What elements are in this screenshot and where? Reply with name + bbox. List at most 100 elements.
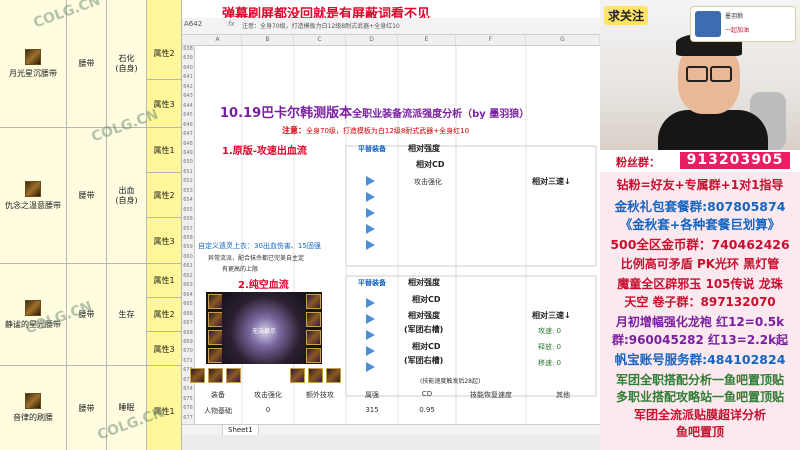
row-number[interactable]: 654 [182,197,194,203]
three-speed-label: 相对三速↓ [532,311,571,320]
row-number[interactable]: 646 [182,122,194,128]
row-number[interactable]: 647 [182,131,194,137]
column-header[interactable]: C [294,35,346,45]
row-number[interactable]: 643 [182,93,194,99]
column-headers: A B C D E F G [182,35,600,46]
row-number[interactable]: 638 [182,46,194,52]
equipment-slot-icon[interactable] [208,348,223,363]
row-number[interactable]: 659 [182,244,194,250]
header-cell: 其他 [556,391,570,399]
row-number[interactable]: 658 [182,235,194,241]
promo-line: 比例高可矛盾 PK光环 黑灯管 [620,257,780,271]
row-number[interactable]: 648 [182,141,194,147]
row-number[interactable]: 675 [182,396,194,402]
cast-speed-value: 释放: 0 [538,343,562,351]
belt-icon [25,299,41,316]
replace-label: 平替装备 [358,145,386,153]
promo-line: 多职业搭配攻略站一鱼吧置顶贴 [615,390,784,404]
row-number[interactable]: 656 [182,216,194,222]
item-name-cell: 仇念之温意腰带 [0,128,67,263]
row-number[interactable]: 660 [182,254,194,260]
equipment-slot-icon[interactable] [208,368,223,383]
column-header[interactable]: E [398,35,456,45]
row-number[interactable]: 677 [182,415,194,421]
equipment-slot-icon[interactable] [308,368,323,383]
header-cell: 属强 [365,391,379,399]
row-number[interactable]: 641 [182,74,194,80]
row-number[interactable]: 650 [182,159,194,165]
row-number[interactable]: 676 [182,405,194,411]
row-number[interactable]: 661 [182,263,194,269]
attr-cell[interactable]: 属性1 [147,264,181,298]
attr-cell[interactable]: 属性3 [147,332,181,366]
equipment-slot-icon[interactable] [190,368,205,383]
fan-card[interactable]: 墨羽狼 一起加油 [690,6,796,42]
column-header[interactable]: F [456,35,526,45]
promo-line: 钻粉=好友+专属群+1对1指导 [616,178,784,192]
row-number[interactable]: 639 [182,55,194,61]
equipment-slot-icon[interactable] [290,368,305,383]
corps-slot-label: (军团右槽) [404,356,444,365]
row-number[interactable]: 664 [182,292,194,298]
webcam-feed: 求关注 墨羽狼 一起加油 [600,0,800,150]
attr-cell[interactable]: 属性1 [147,128,181,173]
attr-cell[interactable]: 属性3 [147,218,181,264]
table-cell[interactable]: 0 [242,406,294,414]
arrow-right-icon [366,314,375,324]
table-cell[interactable]: 0.95 [398,406,456,414]
attr-cell[interactable]: 属性2 [147,28,181,80]
row-number[interactable]: 657 [182,226,194,232]
row-number[interactable]: 670 [182,348,194,354]
row-number[interactable]: 666 [182,311,194,317]
column-header[interactable]: B [242,35,294,45]
equipment-slot-icon[interactable] [326,368,341,383]
strength-label: 相对强度 [408,278,440,287]
row-number[interactable]: 645 [182,112,194,118]
section-title: 2.纯空血流 [238,280,289,291]
equipment-slot-icon[interactable] [226,368,241,383]
cell-reference-box[interactable]: A642 [184,20,220,31]
row-number[interactable]: 644 [182,103,194,109]
attr-cell[interactable]: 属性2 [147,298,181,332]
arrow-right-icon [366,224,375,234]
table-cell[interactable]: 315 [346,406,398,414]
row-number[interactable]: 640 [182,65,194,71]
row-number[interactable]: 649 [182,150,194,156]
row-number[interactable]: 674 [182,386,194,392]
row-number[interactable]: 669 [182,339,194,345]
attr-cell[interactable]: 属性2 [147,173,181,218]
row-number[interactable]: 651 [182,169,194,175]
row-number[interactable]: 668 [182,330,194,336]
follow-tag[interactable]: 求关注 [604,6,649,25]
row-number[interactable]: 663 [182,282,194,288]
row-number[interactable]: 665 [182,301,194,307]
equipment-slot-icon[interactable] [208,330,223,345]
formula-input[interactable]: 注意：全身70级，打造模板为白12级8耐式武器+全身红10 [242,21,400,30]
row-number[interactable]: 667 [182,320,194,326]
equipment-slot-icon[interactable] [208,294,223,309]
arrow-right-icon [366,330,375,340]
row-number[interactable]: 653 [182,188,194,194]
row-number[interactable]: 652 [182,178,194,184]
equipment-slot-icon[interactable] [306,348,321,363]
promo-line: 《金秋套+各种套餐巨划算》 [619,217,781,232]
column-header[interactable]: D [346,35,398,45]
row-number[interactable]: 642 [182,84,194,90]
attack-speed-value: 攻速: 0 [538,327,562,335]
equipment-slot-icon[interactable] [306,330,321,345]
function-icon[interactable]: fx [228,20,235,28]
promo-line: 天空 卷子群：897132070 [624,295,776,309]
equipment-slot-icon[interactable] [208,312,223,327]
status-bar [182,435,600,450]
row-number[interactable]: 662 [182,273,194,279]
row-number[interactable]: 655 [182,207,194,213]
equipment-slot-icon[interactable] [306,312,321,327]
header-cell: CD [421,390,433,398]
table-cell[interactable]: 人物基础 [194,406,242,416]
column-header[interactable]: A [194,35,242,45]
column-header[interactable]: G [526,35,600,45]
row-number[interactable]: 671 [182,358,194,364]
table-row: 静谧的星光腰带 腰带 生存 属性1 属性2 属性3 [0,264,182,366]
equipment-slot-icon[interactable] [306,294,321,309]
title-sub: 全职业装备流派强度分析（by 墨羽狼） [352,109,530,120]
